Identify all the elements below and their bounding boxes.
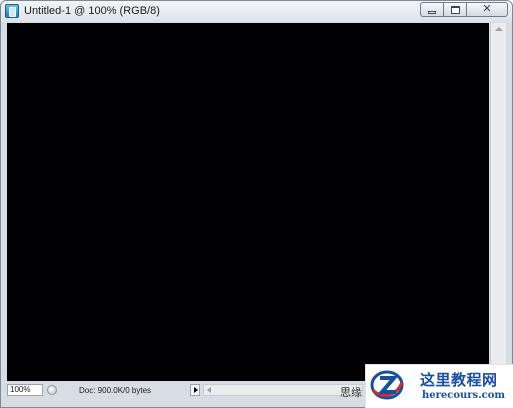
document-size-info: Doc: 900.0K/0 bytes <box>79 385 152 395</box>
logo-chinese-text: 这里教程网 <box>420 371 498 389</box>
window-title: Untitled-1 @ 100% (RGB/8) <box>24 5 160 17</box>
scroll-left-arrow-icon[interactable] <box>207 387 211 393</box>
maximize-icon <box>450 5 460 14</box>
minimize-button[interactable] <box>420 2 444 17</box>
minimize-icon <box>428 11 436 14</box>
scroll-up-arrow-icon[interactable] <box>495 27 503 31</box>
horizontal-scrollbar[interactable] <box>203 384 363 396</box>
title-bar[interactable]: Untitled-1 @ 100% (RGB/8) ✕ <box>1 1 512 21</box>
watermark-logo: 这里教程网 herecours.com <box>365 364 513 408</box>
window-controls: ✕ <box>420 2 508 17</box>
logo-mark-icon <box>370 370 404 400</box>
maximize-button[interactable] <box>443 2 467 17</box>
document-window: Untitled-1 @ 100% (RGB/8) ✕ 100% Doc: 90… <box>0 0 513 408</box>
vertical-scrollbar[interactable] <box>490 23 506 381</box>
photoshop-document-icon[interactable] <box>5 4 19 18</box>
status-info-icon[interactable] <box>47 385 57 395</box>
status-menu-arrow-icon[interactable] <box>190 384 200 396</box>
logo-domain-text: herecours.com <box>422 390 506 401</box>
document-canvas[interactable] <box>7 23 489 381</box>
close-icon: ✕ <box>482 3 492 15</box>
watermark-partial-text: 思缘 <box>340 387 362 399</box>
close-button[interactable]: ✕ <box>466 2 508 17</box>
zoom-level-field[interactable]: 100% <box>7 384 43 396</box>
